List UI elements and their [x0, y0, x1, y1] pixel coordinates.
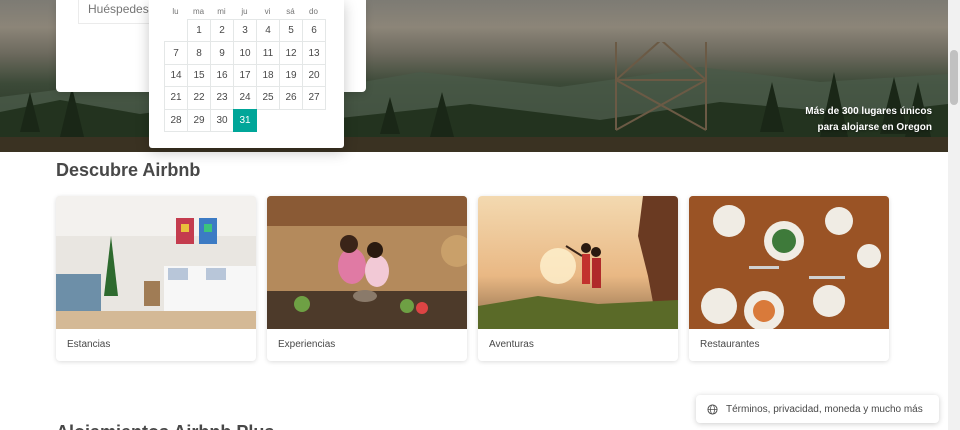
hero-caption: Más de 300 lugares únicos para alojarse …: [805, 104, 932, 136]
weekday-label: ju: [241, 7, 248, 16]
calendar-day[interactable]: 21: [164, 86, 188, 110]
calendar-day[interactable]: 1: [187, 19, 211, 43]
calendar-day[interactable]: 5: [279, 19, 303, 43]
calendar-day[interactable]: 2: [210, 19, 234, 43]
discover-cards: Estancias Experiencias Aventuras Restaur…: [56, 196, 889, 361]
footer-terms-button[interactable]: Términos, privacidad, moneda y mucho más: [696, 395, 939, 423]
calendar-day[interactable]: 30: [210, 108, 234, 132]
scrollbar-thumb[interactable]: [950, 50, 958, 105]
globe-icon: [707, 403, 718, 415]
page-scrollbar[interactable]: [948, 0, 960, 430]
restaurants-image: [689, 196, 889, 329]
weekday-label: sá: [286, 7, 295, 16]
card-label: Aventuras: [489, 339, 534, 350]
stays-image: [56, 196, 256, 329]
calendar-day[interactable]: 10: [233, 41, 257, 65]
calendar-day[interactable]: 24: [233, 86, 257, 110]
section-title-plus: Alojamientos Airbnb Plus: [56, 422, 274, 430]
calendar-day[interactable]: 15: [187, 63, 211, 88]
section-title-discover: Descubre Airbnb: [56, 160, 201, 180]
page: Más de 300 lugares únicos para alojarse …: [0, 0, 960, 430]
calendar-day[interactable]: 13: [302, 41, 326, 65]
experiences-image: [267, 196, 467, 329]
calendar-day[interactable]: 25: [256, 86, 280, 110]
calendar-day[interactable]: 8: [187, 41, 211, 65]
calendar-day[interactable]: 4: [256, 19, 280, 43]
date-picker-calendar: lu ma mi ju vi sá do 1 2 3 4 5 6 7 8 9 10 11 12 13 14 15 16 17…: [149, 0, 344, 148]
weekday-label: ma: [192, 7, 205, 16]
footer-terms-label: Términos, privacidad, moneda y mucho más: [726, 403, 923, 415]
calendar-day[interactable]: 12: [279, 41, 303, 65]
card-label: Estancias: [67, 339, 111, 350]
weekday-header: lu ma mi ju vi sá do: [164, 7, 325, 16]
calendar-day[interactable]: 23: [210, 86, 234, 110]
calendar-day[interactable]: 22: [187, 86, 211, 110]
calendar-day[interactable]: 28: [164, 108, 188, 132]
hero-caption-line1: Más de 300 lugares únicos: [805, 106, 932, 117]
guests-field[interactable]: Huéspedes: [78, 0, 160, 24]
calendar-day[interactable]: 14: [164, 63, 188, 88]
calendar-day[interactable]: 9: [210, 41, 234, 65]
calendar-day-selected[interactable]: 31: [233, 108, 257, 132]
weekday-label: lu: [172, 7, 179, 16]
calendar-day[interactable]: 18: [256, 63, 280, 88]
calendar-day[interactable]: 27: [302, 86, 326, 110]
adventures-image: [478, 196, 678, 329]
calendar-day[interactable]: 17: [233, 63, 257, 88]
calendar-day[interactable]: 19: [279, 63, 303, 88]
weekday-label: vi: [264, 7, 271, 16]
card-label: Restaurantes: [700, 339, 760, 350]
calendar-day[interactable]: 3: [233, 19, 257, 43]
calendar-grid: 1 2 3 4 5 6 7 8 9 10 11 12 13 14 15 16 17 18 19 20 21 22 23 24 2…: [164, 19, 326, 132]
calendar-day[interactable]: 26: [279, 86, 303, 110]
card-adventures[interactable]: Aventuras: [478, 196, 678, 361]
calendar-day[interactable]: 16: [210, 63, 234, 88]
calendar-day[interactable]: 29: [187, 108, 211, 132]
card-restaurants[interactable]: Restaurantes: [689, 196, 889, 361]
calendar-empty-cell: [164, 19, 188, 42]
calendar-day[interactable]: 6: [302, 19, 326, 43]
card-experiences[interactable]: Experiencias: [267, 196, 467, 361]
card-stays[interactable]: Estancias: [56, 196, 256, 361]
calendar-day[interactable]: 11: [256, 41, 280, 65]
calendar-day[interactable]: 7: [164, 41, 188, 65]
weekday-label: mi: [217, 7, 226, 16]
card-label: Experiencias: [278, 339, 336, 350]
weekday-label: do: [309, 7, 318, 16]
hero-caption-line2: para alojarse en Oregon: [817, 122, 933, 133]
calendar-day[interactable]: 20: [302, 63, 326, 88]
